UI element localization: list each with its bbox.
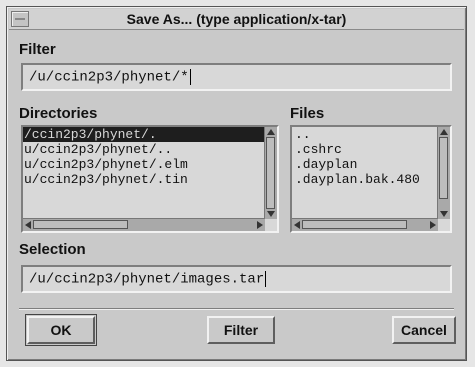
scroll-left-arrow-icon[interactable] (294, 221, 300, 229)
file-item[interactable]: .dayplan.bak.480 (294, 172, 438, 187)
directories-vertical-thumb[interactable] (266, 137, 275, 209)
file-item[interactable]: .cshrc (294, 142, 438, 157)
ok-button[interactable]: OK (25, 314, 97, 346)
selection-label: Selection (19, 241, 86, 258)
window-menu-button[interactable] (11, 11, 29, 27)
directories-horizontal-scrollbar[interactable] (23, 218, 265, 231)
scroll-down-arrow-icon[interactable] (440, 211, 448, 217)
title-bar: Save As... (type application/x-tar) (9, 9, 464, 30)
cancel-button[interactable]: Cancel (392, 316, 456, 344)
filter-input-text: /u/ccin2p3/phynet/* (29, 69, 189, 86)
files-vertical-thumb[interactable] (439, 137, 448, 199)
directories-label: Directories (19, 105, 98, 122)
files-vertical-scrollbar[interactable] (437, 127, 450, 219)
directories-horizontal-thumb[interactable] (33, 220, 128, 229)
scroll-right-arrow-icon[interactable] (430, 221, 436, 229)
scroll-up-arrow-icon[interactable] (440, 129, 448, 135)
scroll-down-arrow-icon[interactable] (267, 211, 275, 217)
files-label: Files (290, 105, 325, 122)
selection-input[interactable]: /u/ccin2p3/phynet/images.tar (21, 265, 452, 293)
text-cursor (265, 271, 267, 287)
files-list-items: .. .cshrc .dayplan .dayplan.bak.480 (292, 127, 438, 219)
scroll-left-arrow-icon[interactable] (25, 221, 31, 229)
directory-item[interactable]: u/ccin2p3/phynet/.elm (23, 157, 265, 172)
filter-label: Filter (19, 41, 56, 58)
selection-input-text: /u/ccin2p3/phynet/images.tar (29, 271, 265, 288)
scroll-up-arrow-icon[interactable] (267, 129, 275, 135)
directory-item[interactable]: /ccin2p3/phynet/. (23, 127, 265, 142)
directories-list-items: /ccin2p3/phynet/. u/ccin2p3/phynet/.. u/… (23, 127, 265, 219)
files-horizontal-scrollbar[interactable] (292, 218, 438, 231)
directory-item[interactable]: u/ccin2p3/phynet/.tin (23, 172, 265, 187)
separator (19, 308, 454, 310)
directory-item[interactable]: u/ccin2p3/phynet/.. (23, 142, 265, 157)
files-horizontal-thumb[interactable] (302, 220, 407, 229)
text-cursor (189, 69, 191, 85)
directories-list[interactable]: /ccin2p3/phynet/. u/ccin2p3/phynet/.. u/… (21, 125, 279, 233)
filter-button[interactable]: Filter (207, 316, 275, 344)
scroll-right-arrow-icon[interactable] (257, 221, 263, 229)
file-item[interactable]: .. (294, 127, 438, 142)
filter-input[interactable]: /u/ccin2p3/phynet/* (21, 63, 452, 91)
window-title: Save As... (type application/x-tar) (126, 11, 347, 27)
files-list[interactable]: .. .cshrc .dayplan .dayplan.bak.480 (290, 125, 452, 233)
file-item[interactable]: .dayplan (294, 157, 438, 172)
save-as-dialog: Save As... (type application/x-tar) Filt… (6, 6, 467, 361)
directories-vertical-scrollbar[interactable] (264, 127, 277, 219)
